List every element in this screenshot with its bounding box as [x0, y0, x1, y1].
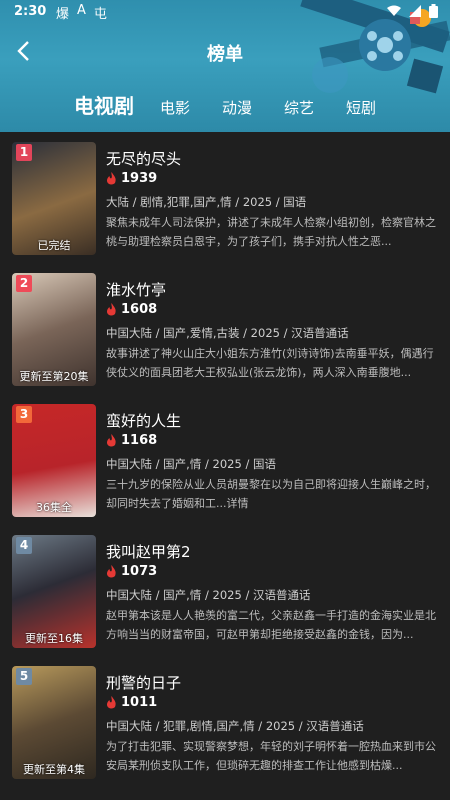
wifi-icon: [387, 5, 401, 16]
item-meta: 中国大陆 / 国产,爱情,古装 / 2025 / 汉语普通话: [106, 326, 349, 340]
notification-icons: 爆 A 屯: [56, 3, 107, 22]
app-icon: A: [77, 3, 86, 18]
heat-score: 1011: [106, 695, 157, 710]
poster[interactable]: 2 更新至第20集: [12, 273, 96, 386]
tab-movies[interactable]: 电影: [160, 97, 190, 118]
item-meta: 中国大陆 / 国产,情 / 2025 / 国语: [106, 457, 276, 471]
item-description: 为了打击犯罪、实现警察梦想，年轻的刘子明怀着一腔热血来到市公安局某刑侦支队工作，…: [106, 740, 436, 772]
poster[interactable]: 5 更新至第4集: [12, 666, 96, 779]
heat-value: 1168: [121, 433, 158, 448]
item-title[interactable]: 我叫赵甲第2: [106, 541, 191, 562]
poster[interactable]: 4 更新至16集: [12, 535, 96, 648]
heat-value: 1011: [121, 695, 158, 710]
flame-icon: [106, 565, 116, 578]
poster-label: 已完结: [37, 239, 71, 252]
item-description: 赵甲第本该是人人艳羡的富二代，父亲赵鑫一手打造的金海实业是北方响当当的财富帝国，…: [106, 609, 436, 641]
heat-value: 1073: [121, 564, 158, 579]
poster-label: 36集全: [36, 501, 72, 514]
item-title[interactable]: 蛮好的人生: [106, 410, 181, 431]
flame-icon: [106, 696, 116, 709]
item-description: 聚焦未成年人司法保护，讲述了未成年人检察小组初创，检察官林之桃与助理检察员白恩宇…: [106, 216, 436, 248]
flame-icon: [106, 434, 116, 447]
header: 2:30 爆 A 屯 榜单 电视剧 电影 动漫 综艺 短剧: [0, 0, 450, 132]
poster-label: 更新至第20集: [19, 370, 89, 383]
system-icons: [387, 4, 438, 18]
item-meta: 中国大陆 / 国产,情 / 2025 / 汉语普通话: [106, 588, 311, 602]
signal-icon: [409, 5, 421, 17]
page-title: 榜单: [207, 44, 243, 65]
list-item[interactable]: 4 更新至16集 我叫赵甲第2 1073 中国大陆 / 国产,情 / 2025 …: [0, 525, 450, 656]
rank-badge: 5: [16, 668, 32, 685]
app-icon: 屯: [93, 7, 107, 22]
rank-badge: 2: [16, 275, 32, 292]
category-tabs: 电视剧 电影 动漫 综艺 短剧: [74, 90, 408, 119]
item-description: 故事讲述了神火山庄大小姐东方淮竹(刘诗诗饰)去南垂平妖，偶遇行侠仗义的面具团老大…: [106, 347, 434, 379]
flame-icon: [106, 303, 116, 316]
heat-score: 1608: [106, 302, 157, 317]
heat-value: 1939: [121, 171, 158, 186]
app-icon: 爆: [56, 7, 70, 22]
heat-score: 1073: [106, 564, 157, 579]
item-meta: 大陆 / 剧情,犯罪,国产,情 / 2025 / 国语: [106, 195, 307, 209]
list-item[interactable]: 1 已完结 无尽的尽头 1939 大陆 / 剧情,犯罪,国产,情 / 2025 …: [0, 132, 450, 263]
item-description: 三十九岁的保险从业人员胡曼黎在以为自己即将迎接人生巅峰之时，却同时失去了婚姻和工…: [106, 478, 436, 510]
heat-score: 1168: [106, 433, 157, 448]
item-meta: 中国大陆 / 犯罪,剧情,国产,情 / 2025 / 汉语普通话: [106, 719, 364, 733]
tab-variety[interactable]: 综艺: [284, 97, 314, 118]
heat-value: 1608: [121, 302, 158, 317]
status-bar: 2:30 爆 A 屯: [0, 0, 450, 24]
poster-label: 更新至16集: [25, 632, 83, 645]
poster-label: 更新至第4集: [23, 763, 85, 776]
tab-tv-series[interactable]: 电视剧: [74, 90, 134, 119]
ranking-list: 1 已完结 无尽的尽头 1939 大陆 / 剧情,犯罪,国产,情 / 2025 …: [0, 132, 450, 800]
tab-anime[interactable]: 动漫: [222, 97, 252, 118]
status-time: 2:30: [14, 4, 47, 19]
tab-short-drama[interactable]: 短剧: [346, 97, 376, 118]
rank-badge: 4: [16, 537, 32, 554]
poster[interactable]: 3 36集全: [12, 404, 96, 517]
list-item[interactable]: 5 更新至第4集 刑警的日子 1011 中国大陆 / 犯罪,剧情,国产,情 / …: [0, 656, 450, 787]
poster[interactable]: 1 已完结: [12, 142, 96, 255]
item-title[interactable]: 无尽的尽头: [106, 148, 181, 169]
rank-badge: 1: [16, 144, 32, 161]
battery-icon: [429, 4, 438, 18]
rank-badge: 3: [16, 406, 32, 423]
heat-score: 1939: [106, 171, 157, 186]
list-item[interactable]: 3 36集全 蛮好的人生 1168 中国大陆 / 国产,情 / 2025 / 国…: [0, 394, 450, 525]
item-title[interactable]: 淮水竹亭: [106, 279, 166, 300]
list-item[interactable]: 2 更新至第20集 淮水竹亭 1608 中国大陆 / 国产,爱情,古装 / 20…: [0, 263, 450, 394]
flame-icon: [106, 172, 116, 185]
item-title[interactable]: 刑警的日子: [106, 672, 181, 693]
